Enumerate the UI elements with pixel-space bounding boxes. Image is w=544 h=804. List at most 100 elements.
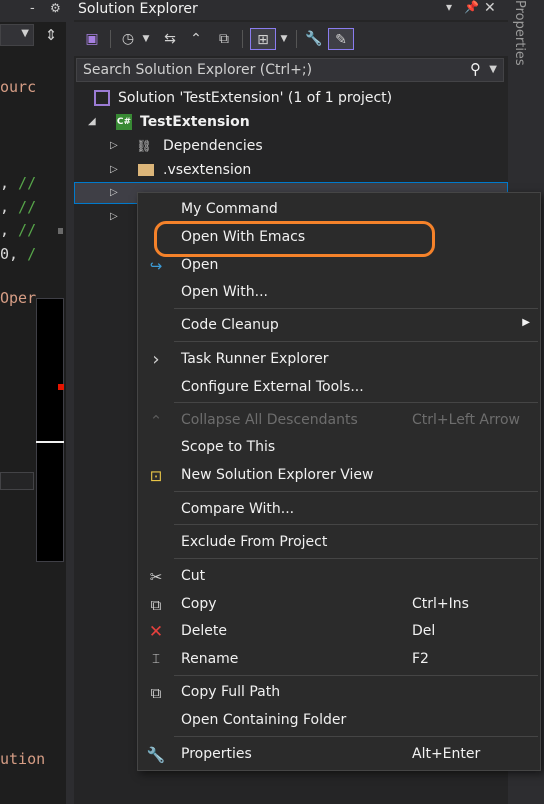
solution-explorer-toolbar: ▣ ◷ ▼ ⇆ ⌃ ⧉ ⊞ ▼ 🔧 ✎ bbox=[74, 22, 508, 56]
pin-icon[interactable]: 📌 bbox=[464, 0, 479, 14]
csharp-project-icon: C# bbox=[116, 114, 132, 130]
gear-icon[interactable]: ⚙ bbox=[50, 1, 61, 15]
code-line: , // bbox=[0, 221, 37, 239]
tree-item-command1[interactable]: ▷ bbox=[74, 181, 134, 205]
menu-item-copy-full-path[interactable]: ⧉ Copy Full Path bbox=[138, 680, 540, 706]
menu-item-delete[interactable]: ✕ Delete Del bbox=[138, 619, 540, 645]
expanded-triangle-icon[interactable]: ◢ bbox=[88, 110, 96, 134]
menu-item-label: Copy Full Path bbox=[181, 684, 281, 700]
sync-with-document-icon[interactable]: ⇆ bbox=[158, 28, 182, 50]
menu-separator bbox=[174, 524, 538, 525]
tree-item-label: TestExtension bbox=[140, 114, 250, 130]
search-icon[interactable]: ⚲ bbox=[470, 60, 481, 78]
collapsed-triangle-icon[interactable]: ▷ bbox=[110, 134, 118, 158]
delete-x-icon: ✕ bbox=[148, 622, 164, 642]
orange-highlight-annotation bbox=[154, 221, 435, 257]
menu-item-label: Open bbox=[181, 257, 219, 273]
copy-path-icon: ⧉ bbox=[150, 684, 162, 702]
menu-item-open-with[interactable]: Open With... bbox=[138, 280, 540, 306]
menu-item-label: Code Cleanup bbox=[181, 317, 279, 333]
search-solution-explorer-input[interactable]: Search Solution Explorer (Ctrl+;) ⚲ ▼ bbox=[76, 58, 504, 82]
collapse-all-icon[interactable]: ⌃ bbox=[184, 28, 208, 50]
toolbar-separator bbox=[296, 30, 297, 48]
track-active-item-icon[interactable]: ⊞ bbox=[250, 28, 276, 50]
member-dropdown[interactable]: ▼ bbox=[0, 24, 34, 46]
collapsed-triangle-icon[interactable]: ▷ bbox=[110, 205, 118, 229]
show-all-files-icon[interactable]: ⧉ bbox=[212, 28, 236, 50]
search-placeholder: Search Solution Explorer (Ctrl+;) bbox=[83, 62, 313, 78]
error-marker bbox=[58, 384, 64, 390]
menu-separator bbox=[174, 558, 538, 559]
tree-item-vsextension[interactable]: ▷ .vsextension bbox=[74, 158, 508, 182]
menu-item-new-solution-explorer-view[interactable]: ⊡ New Solution Explorer View bbox=[138, 463, 540, 489]
menu-item-label: Cut bbox=[181, 568, 206, 584]
menu-item-compare-with[interactable]: Compare With... bbox=[138, 497, 540, 523]
scrollbar-overview-map[interactable] bbox=[36, 298, 64, 562]
wrench-properties-icon[interactable]: 🔧 bbox=[302, 28, 326, 50]
code-line: ution bbox=[0, 750, 46, 768]
chevron-down-icon[interactable]: ▼ bbox=[489, 64, 497, 75]
new-view-icon: ⊡ bbox=[149, 467, 163, 485]
menu-item-label: Properties bbox=[181, 746, 252, 762]
chevron-down-icon: ▼ bbox=[21, 28, 29, 39]
chevron-down-icon[interactable]: ▼ bbox=[278, 28, 290, 50]
collapsed-triangle-icon[interactable]: ▷ bbox=[110, 158, 118, 182]
pane-splitter[interactable] bbox=[66, 0, 74, 804]
scroll-marker bbox=[58, 228, 63, 234]
menu-item-properties[interactable]: 🔧 Properties Alt+Enter bbox=[138, 742, 540, 768]
tree-item-solution[interactable]: Solution 'TestExtension' (1 of 1 project… bbox=[74, 86, 508, 110]
menu-separator bbox=[174, 675, 538, 676]
tree-item-project[interactable]: ◢ C# TestExtension bbox=[74, 110, 508, 134]
code-line: , // bbox=[0, 198, 37, 216]
menu-item-cut[interactable]: ✂ Cut bbox=[138, 564, 540, 590]
tree-item-collapsed[interactable]: ▷ bbox=[74, 205, 134, 229]
chevron-down-icon[interactable]: ▼ bbox=[140, 28, 152, 50]
toolbar-separator bbox=[110, 30, 111, 48]
menu-item-my-command[interactable]: My Command bbox=[138, 197, 540, 223]
menu-item-shortcut: F2 bbox=[412, 651, 429, 667]
menu-separator bbox=[174, 341, 538, 342]
rename-icon: ⌶ bbox=[152, 652, 160, 667]
menu-item-copy[interactable]: ⧉ Copy Ctrl+Ins bbox=[138, 592, 540, 618]
menu-item-code-cleanup[interactable]: Code Cleanup ▶ bbox=[138, 313, 540, 339]
pending-changes-filter-icon[interactable]: ◷ bbox=[116, 28, 140, 50]
menu-separator bbox=[174, 491, 538, 492]
menu-item-label: My Command bbox=[181, 201, 278, 217]
properties-tab-label: Properties bbox=[512, 0, 527, 66]
menu-item-scope-to-this[interactable]: Scope to This bbox=[138, 435, 540, 461]
window-position-dropdown-icon[interactable]: ▾ bbox=[446, 0, 452, 14]
menu-item-exclude-from-project[interactable]: Exclude From Project bbox=[138, 530, 540, 556]
editor-tab-fragment[interactable]: - bbox=[30, 1, 35, 16]
horizontal-scrollbar[interactable] bbox=[0, 472, 34, 490]
menu-item-task-runner-explorer[interactable]: › Task Runner Explorer bbox=[138, 347, 540, 373]
menu-item-label: Delete bbox=[181, 623, 227, 639]
solution-icon bbox=[94, 90, 110, 106]
close-icon[interactable]: ✕ bbox=[484, 0, 496, 16]
menu-item-open-containing-folder[interactable]: Open Containing Folder bbox=[138, 708, 540, 734]
pane-title: Solution Explorer bbox=[78, 1, 198, 17]
scroll-position-indicator[interactable] bbox=[36, 441, 64, 443]
menu-item-label: Copy bbox=[181, 596, 217, 612]
menu-item-shortcut: Ctrl+Left Arrow bbox=[412, 412, 520, 428]
menu-item-configure-external-tools[interactable]: Configure External Tools... bbox=[138, 375, 540, 401]
menu-item-collapse-all-descendants[interactable]: ⌃ Collapse All Descendants Ctrl+Left Arr… bbox=[138, 408, 540, 434]
preview-selected-items-icon[interactable]: ✎ bbox=[328, 28, 354, 50]
submenu-arrow-icon: ▶ bbox=[522, 317, 530, 328]
tree-item-dependencies[interactable]: ▷ ⛓ Dependencies bbox=[74, 134, 508, 158]
menu-item-label: Open With... bbox=[181, 284, 268, 300]
menu-item-label: Rename bbox=[181, 651, 239, 667]
switch-views-icon[interactable]: ▣ bbox=[80, 28, 104, 50]
open-arrow-icon: ↪ bbox=[149, 257, 163, 275]
properties-side-tab[interactable]: Properties bbox=[512, 0, 534, 66]
tree-item-label: .vsextension bbox=[163, 162, 252, 178]
collapsed-triangle-icon[interactable]: ▷ bbox=[110, 181, 118, 205]
toolbar-separator bbox=[242, 30, 243, 48]
split-editor-icon[interactable]: ⇕ bbox=[38, 24, 64, 46]
wrench-icon: 🔧 bbox=[146, 746, 166, 764]
menu-item-label: Scope to This bbox=[181, 439, 276, 455]
menu-separator bbox=[174, 402, 538, 403]
context-menu: My Command Open With Emacs ↪ Open Open W… bbox=[137, 192, 541, 771]
code-line: , // bbox=[0, 174, 37, 192]
menu-item-rename[interactable]: ⌶ Rename F2 bbox=[138, 647, 540, 673]
chevron-right-icon: › bbox=[152, 349, 160, 370]
